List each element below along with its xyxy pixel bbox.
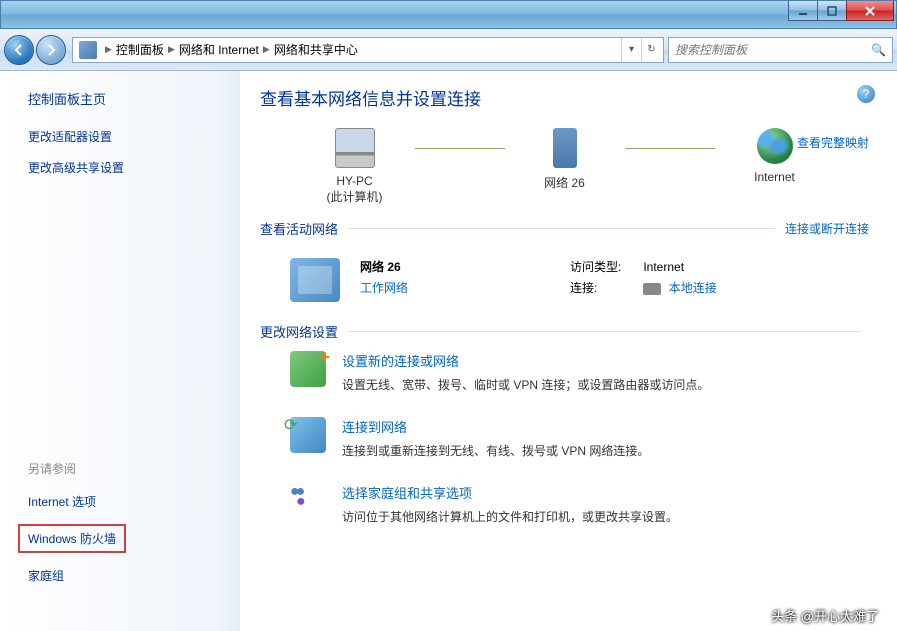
main-content: ? 查看基本网络信息并设置连接 HY-PC (此计算机) 网络 26 Inter… xyxy=(240,71,897,631)
breadcrumb-icon xyxy=(79,41,97,59)
task-desc: 访问位于其他网络计算机上的文件和打印机，或更改共享设置。 xyxy=(342,508,678,525)
section-title: 查看活动网络 xyxy=(260,219,338,238)
see-also-title: 另请参阅 xyxy=(28,460,230,477)
chevron-icon: ▶ xyxy=(263,44,270,55)
network-device-icon xyxy=(553,128,577,168)
breadcrumb-part[interactable]: 网络和 Internet xyxy=(179,41,259,58)
sidebar: 控制面板主页 更改适配器设置 更改高级共享设置 另请参阅 Internet 选项… xyxy=(0,71,240,631)
back-button[interactable] xyxy=(4,35,34,65)
chevron-icon: ▶ xyxy=(105,44,112,55)
change-settings-header: 更改网络设置 xyxy=(260,322,869,341)
node-sublabel: (此计算机) xyxy=(295,188,415,205)
new-connection-icon xyxy=(290,351,326,387)
task-item: 设置新的连接或网络 设置无线、宽带、拨号、临时或 VPN 连接；或设置路由器或访… xyxy=(290,351,869,393)
connect-network-icon xyxy=(290,417,326,453)
node-label: Internet xyxy=(715,170,835,184)
connector-line xyxy=(415,148,505,149)
connection-label: 连接: xyxy=(570,279,640,296)
active-networks-header: 查看活动网络 连接或断开连接 xyxy=(260,219,869,238)
sidebar-link-sharing[interactable]: 更改高级共享设置 xyxy=(28,159,230,176)
sidebar-link-adapter[interactable]: 更改适配器设置 xyxy=(28,128,230,145)
window-titlebar xyxy=(0,0,897,29)
task-link-connect[interactable]: 连接到网络 xyxy=(342,417,649,436)
node-this-pc: HY-PC (此计算机) xyxy=(295,128,415,205)
help-icon[interactable]: ? xyxy=(857,85,875,103)
connector-line xyxy=(625,148,715,149)
sidebar-home-link[interactable]: 控制面板主页 xyxy=(28,89,230,108)
refresh-button[interactable]: ↻ xyxy=(641,38,661,62)
search-box[interactable]: 🔍 xyxy=(668,37,893,63)
monitor-icon xyxy=(335,128,375,168)
network-type-link[interactable]: 工作网络 xyxy=(360,279,540,296)
close-button[interactable] xyxy=(846,1,894,21)
active-network-row: 网络 26 工作网络 访问类型: Internet 连接: 本地连接 xyxy=(260,248,869,322)
network-thumb-icon xyxy=(290,258,340,302)
section-title: 更改网络设置 xyxy=(260,322,338,341)
breadcrumb[interactable]: ▶ 控制面板 ▶ 网络和 Internet ▶ 网络和共享中心 ▾ ↻ xyxy=(72,37,664,63)
breadcrumb-part[interactable]: 网络和共享中心 xyxy=(274,41,358,58)
connection-icon xyxy=(643,283,661,295)
homegroup-icon xyxy=(290,483,326,519)
breadcrumb-dropdown[interactable]: ▾ xyxy=(621,38,641,62)
globe-icon xyxy=(757,128,793,164)
task-item: 连接到网络 连接到或重新连接到无线、有线、拨号或 VPN 网络连接。 xyxy=(290,417,869,459)
task-item: 选择家庭组和共享选项 访问位于其他网络计算机上的文件和打印机，或更改共享设置。 xyxy=(290,483,869,525)
toolbar: ▶ 控制面板 ▶ 网络和 Internet ▶ 网络和共享中心 ▾ ↻ 🔍 xyxy=(0,29,897,71)
network-map: HY-PC (此计算机) 网络 26 Internet 查看完整映射 xyxy=(260,128,869,205)
connect-disconnect-link[interactable]: 连接或断开连接 xyxy=(785,220,869,237)
search-icon[interactable]: 🔍 xyxy=(871,43,886,57)
connection-link[interactable]: 本地连接 xyxy=(669,281,717,295)
node-label: HY-PC xyxy=(295,174,415,188)
sidebar-link-homegroup[interactable]: 家庭组 xyxy=(28,567,230,584)
watermark: 头条 @开心太难了 xyxy=(771,606,879,625)
forward-button[interactable] xyxy=(36,35,66,65)
search-input[interactable] xyxy=(675,43,871,57)
task-desc: 连接到或重新连接到无线、有线、拨号或 VPN 网络连接。 xyxy=(342,442,649,459)
node-network: 网络 26 xyxy=(505,128,625,191)
task-link-homegroup[interactable]: 选择家庭组和共享选项 xyxy=(342,483,678,502)
maximize-button[interactable] xyxy=(817,1,847,21)
task-link-new-connection[interactable]: 设置新的连接或网络 xyxy=(342,351,709,370)
task-desc: 设置无线、宽带、拨号、临时或 VPN 连接；或设置路由器或访问点。 xyxy=(342,376,709,393)
chevron-icon: ▶ xyxy=(168,44,175,55)
sidebar-link-internet-options[interactable]: Internet 选项 xyxy=(28,493,230,510)
access-type-label: 访问类型: xyxy=(570,258,640,275)
task-list: 设置新的连接或网络 设置无线、宽带、拨号、临时或 VPN 连接；或设置路由器或访… xyxy=(260,351,869,525)
sidebar-link-firewall[interactable]: Windows 防火墙 xyxy=(18,524,126,553)
view-full-map-link[interactable]: 查看完整映射 xyxy=(797,134,869,151)
window-controls xyxy=(789,1,894,21)
breadcrumb-part[interactable]: 控制面板 xyxy=(116,41,164,58)
page-title: 查看基本网络信息并设置连接 xyxy=(260,85,869,110)
minimize-button[interactable] xyxy=(788,1,818,21)
node-label: 网络 26 xyxy=(505,174,625,191)
access-type-value: Internet xyxy=(643,260,684,274)
network-name: 网络 26 xyxy=(360,258,540,275)
